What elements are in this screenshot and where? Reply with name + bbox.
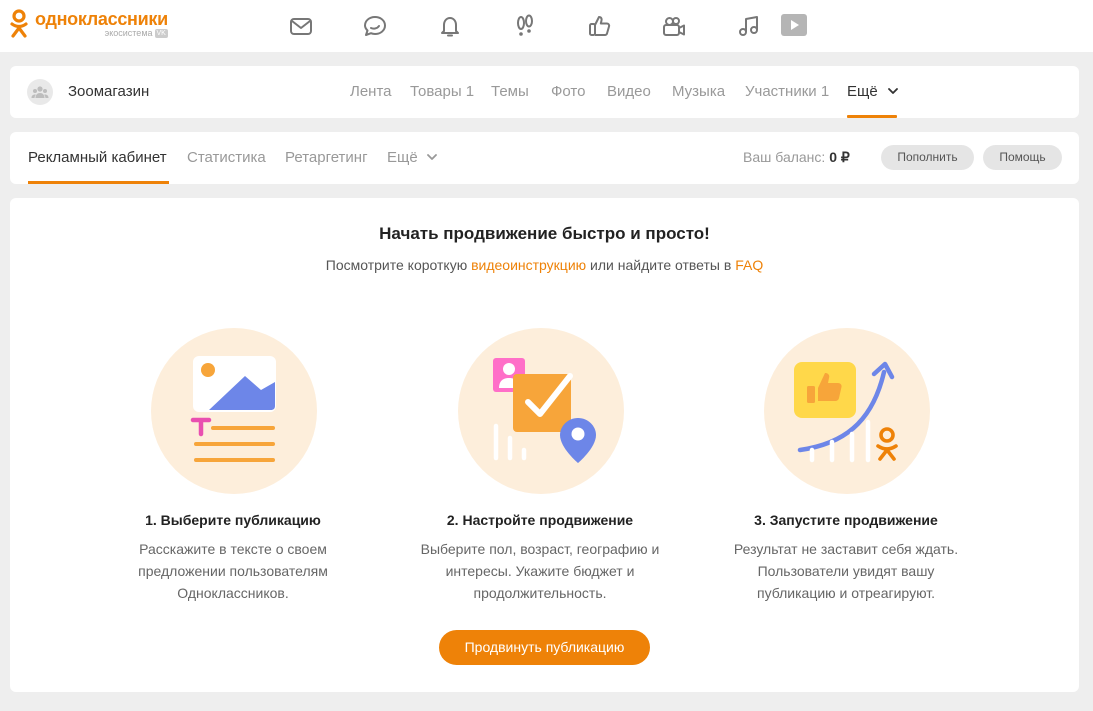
launch-illustration [764,328,930,494]
video-guide-link[interactable]: видеоинструкцию [471,257,586,273]
tab-statistics[interactable]: Статистика [187,149,266,166]
group-tab-music[interactable]: Музыка [672,83,725,100]
step-3-text: Результат не заставит себя ждать. Пользо… [733,541,959,601]
promo-headline: Начать продвижение быстро и просто! [379,224,710,243]
like-icon[interactable] [587,13,613,39]
step-2-text: Выберите пол, возраст, географию и интер… [420,541,660,601]
bell-icon[interactable] [437,13,463,39]
promo-panel: Начать продвижение быстро и просто! Посм… [10,198,1079,692]
balance: Ваш баланс: 0 ₽ [743,149,850,166]
group-tab-products[interactable]: Товары 1 [410,83,474,100]
topup-button[interactable]: Пополнить [881,145,974,170]
group-tab-feed[interactable]: Лента [350,83,392,100]
group-tab-topics[interactable]: Темы [491,83,529,100]
ok-logo-icon [10,9,28,38]
promote-publication-button[interactable]: Продвинуть публикацию [439,630,650,665]
chevron-down-icon [887,88,898,94]
active-tab-indicator [28,181,169,184]
tab-more-label: Ещё [387,149,418,166]
group-tab-more-label: Ещё [847,83,878,100]
step-1-text: Расскажите в тексте о своем предложении … [138,541,328,601]
video-camera-icon[interactable] [661,13,687,39]
group-header: Зоомагазин Лента Товары 1 Темы Фото Виде… [10,66,1079,118]
promo-subline: Посмотрите короткую видеоинструкцию или … [325,257,764,273]
ads-cabinet-bar: Рекламный кабинет Статистика Ретаргетинг… [10,132,1079,184]
mail-icon[interactable] [288,13,314,39]
tab-more[interactable]: Ещё [387,149,437,166]
tab-retargeting[interactable]: Ретаргетинг [285,149,368,166]
step-2-title: 2. Настройте продвижение [446,512,634,528]
targeting-illustration [458,328,624,494]
group-people-icon [31,86,49,98]
group-tab-members[interactable]: Участники 1 [745,83,829,100]
publication-illustration [151,328,317,494]
brand-name: одноклассники [35,9,168,29]
footprints-icon[interactable] [512,13,538,39]
play-icon[interactable] [780,12,808,40]
group-tab-photos[interactable]: Фото [551,83,585,100]
step-1-title: 1. Выберите публикацию [145,512,321,528]
group-name[interactable]: Зоомагазин [68,83,149,100]
group-tab-videos[interactable]: Видео [607,83,651,100]
group-avatar[interactable] [27,79,53,105]
active-tab-indicator [847,115,897,118]
step-3-title: 3. Запустите продвижение [754,512,938,528]
music-icon[interactable] [736,13,762,39]
tab-ad-cabinet[interactable]: Рекламный кабинет [28,149,167,166]
chat-icon[interactable] [362,13,388,39]
top-bar: одноклассники экосистема VK [0,0,1093,52]
balance-value: 0 ₽ [829,149,850,165]
brand-subtitle: экосистема VK [104,28,168,38]
faq-link[interactable]: FAQ [735,257,763,273]
chevron-down-icon [426,154,437,160]
help-button[interactable]: Помощь [983,145,1062,170]
balance-label: Ваш баланс: [743,149,826,165]
ok-logo[interactable]: одноклассники экосистема VK [10,9,168,39]
vk-badge: VK [154,29,168,38]
group-tab-more[interactable]: Ещё [847,83,898,100]
